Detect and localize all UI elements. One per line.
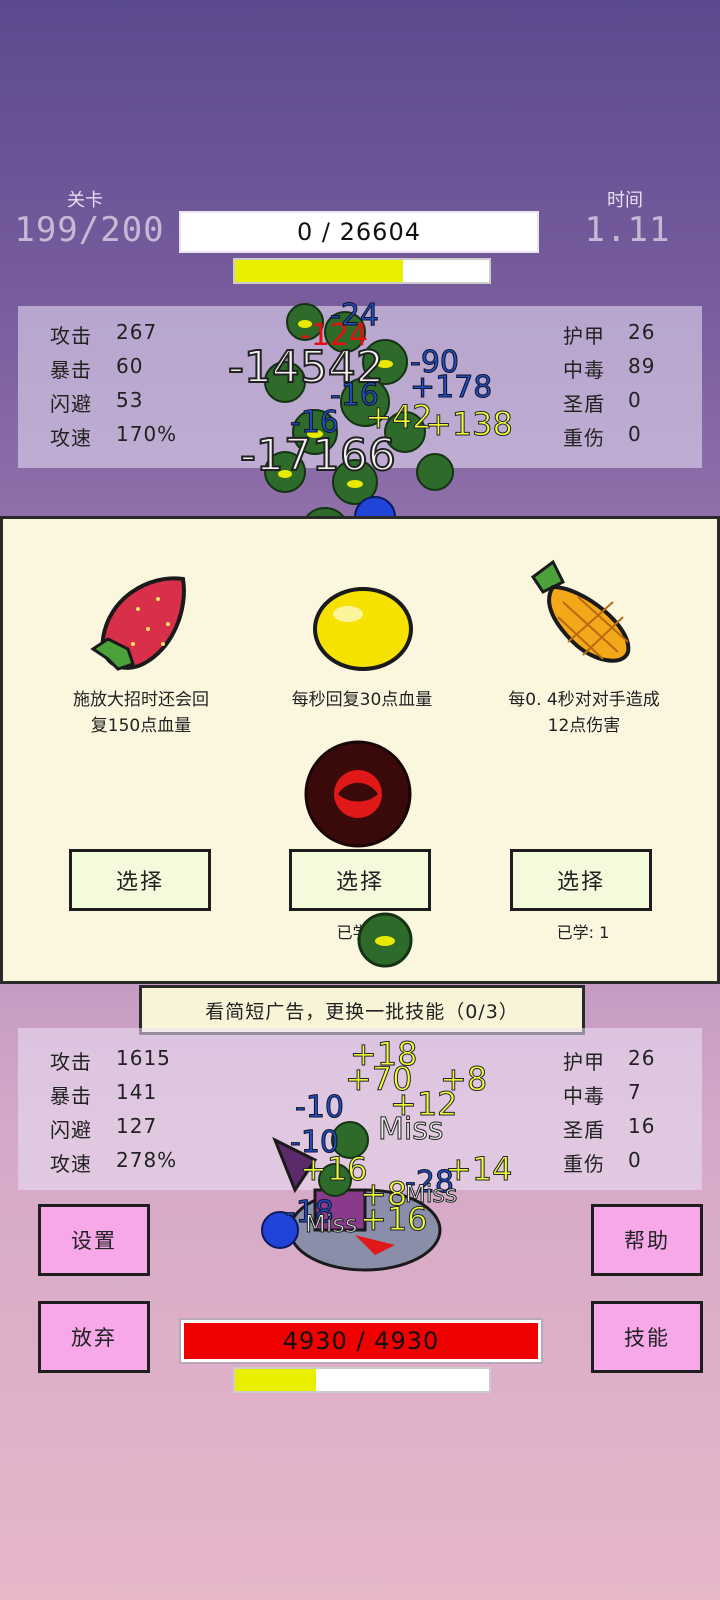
skill-2-desc: 每秒回复30点血量 [262,687,462,713]
player-dodge-label: 闪避 [50,1118,92,1142]
skill-1-desc: 施放大招时还会回 复150点血量 [41,687,241,739]
enemy-dodge-value: 53 [116,388,144,412]
enemy-energy-fill [235,260,403,282]
time-label: 时间 [607,190,643,211]
enemy-speed-value: 170% [116,422,178,446]
skill-3-desc: 每0. 4秒对对手造成 12点伤害 [484,687,684,739]
player-wound-value: 0 [628,1148,642,1172]
give-up-button[interactable]: 放弃 [38,1301,150,1373]
skills-button[interactable]: 技能 [591,1301,703,1373]
player-hp-text: 4930 / 4930 [282,1327,440,1355]
player-shield-value: 16 [628,1114,656,1138]
enemy-attack-label: 攻击 [50,324,92,348]
player-speed-value: 278% [116,1148,178,1172]
player-attack-label: 攻击 [50,1050,92,1074]
enemy-armor-value: 26 [628,320,656,344]
strawberry-icon [90,576,186,671]
enemy-crit-label: 暴击 [50,358,92,382]
player-hp-bar: 4930 / 4930 [181,1320,541,1362]
lemon-icon [313,587,413,671]
player-attack-value: 1615 [116,1046,171,1070]
enemy-wound-label: 重伤 [563,426,605,450]
enemy-poison-label: 中毒 [563,358,605,382]
player-speed-label: 攻速 [50,1152,92,1176]
enemy-wound-value: 0 [628,422,642,446]
enemy-shield-value: 0 [628,388,642,412]
skill-3-learned: 已学: 1 [556,923,610,942]
player-crit-value: 141 [116,1080,158,1104]
skill-1-desc-line1: 施放大招时还会回 [73,690,209,710]
help-button[interactable]: 帮助 [591,1204,703,1276]
enemy-armor-label: 护甲 [563,324,605,348]
skill-2-desc-line1: 每秒回复30点血量 [291,690,433,710]
enemy-crit-value: 60 [116,354,144,378]
player-energy-bar [233,1367,491,1393]
enemy-energy-bar [233,258,491,284]
projectile-sprite [357,912,413,968]
enemy-speed-label: 攻速 [50,426,92,450]
player-poison-value: 7 [628,1080,642,1104]
dark-orb-effect [304,740,412,848]
enemy-shield-label: 圣盾 [563,392,605,416]
player-energy-fill [235,1369,317,1391]
player-sprite [261,1121,442,1272]
player-armor-value: 26 [628,1046,656,1070]
skill-3-desc-line1: 每0. 4秒对对手造成 [508,690,660,710]
enemy-hp-bar: 0 / 26604 [181,213,537,251]
level-label: 关卡 [67,190,103,211]
player-poison-label: 中毒 [563,1084,605,1108]
player-armor-label: 护甲 [563,1050,605,1074]
choose-skill-3-button[interactable]: 选择 [510,849,652,911]
choose-skill-1-button[interactable]: 选择 [69,849,211,911]
enemy-attack-value: 267 [116,320,158,344]
player-wound-label: 重伤 [563,1152,605,1176]
player-shield-label: 圣盾 [563,1118,605,1142]
skill-3-desc-line2: 12点伤害 [547,716,621,736]
enemy-dodge-label: 闪避 [50,392,92,416]
level-value: 199/200 [14,210,165,250]
settings-button[interactable]: 设置 [38,1204,150,1276]
choose-skill-2-button[interactable]: 选择 [289,849,431,911]
player-crit-label: 暴击 [50,1084,92,1108]
player-dodge-value: 127 [116,1114,158,1138]
pineapple-icon [530,559,631,663]
enemy-hp-text: 0 / 26604 [297,218,421,246]
time-value: 1.11 [584,210,671,250]
skill-1-desc-line2: 复150点血量 [90,716,192,736]
enemy-poison-value: 89 [628,354,656,378]
